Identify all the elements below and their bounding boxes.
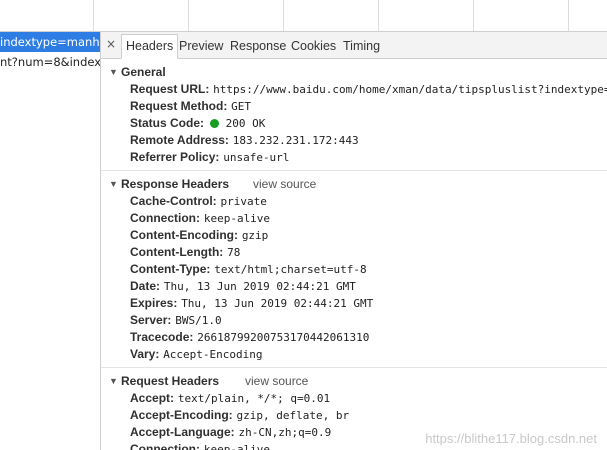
status-code-row: Status Code: 200 OK xyxy=(101,115,607,132)
view-source-link[interactable]: view source xyxy=(253,175,316,193)
section-title: Response Headers xyxy=(121,177,230,191)
details-tabbar: × Headers Preview Response Cookies Timin… xyxy=(101,32,607,59)
header-key: Content-Length: xyxy=(130,245,224,259)
response-header-row: Content-Type: text/html;charset=utf-8 xyxy=(101,261,607,278)
request-header-row: Accept: text/plain, */*; q=0.01 xyxy=(101,390,607,407)
header-key: Content-Type: xyxy=(130,262,211,276)
timeline-gridline xyxy=(473,0,474,31)
header-value: text/html;charset=utf-8 xyxy=(214,263,367,276)
tab-timing[interactable]: Timing xyxy=(339,35,384,58)
close-icon[interactable]: × xyxy=(104,37,118,51)
header-key: Connection: xyxy=(130,442,200,450)
header-key: Cache-Control: xyxy=(130,194,217,208)
network-timeline-header xyxy=(0,0,607,32)
response-header-row: Content-Encoding: gzip xyxy=(101,227,607,244)
header-key: Accept: xyxy=(130,391,175,405)
header-key: Referrer Policy: xyxy=(130,150,220,164)
watermark: https://blithe117.blog.csdn.net xyxy=(425,431,597,446)
header-key: Accept-Language: xyxy=(130,425,235,439)
header-value: 78 xyxy=(227,246,241,259)
header-value: GET xyxy=(231,100,252,113)
response-header-row: Tracecode: 26618799200753170442061310 xyxy=(101,329,607,346)
triangle-down-icon: ▼ xyxy=(109,67,118,77)
response-header-row: Connection: keep-alive xyxy=(101,210,607,227)
response-header-row: Content-Length: 78 xyxy=(101,244,607,261)
request-header-row: Accept-Encoding: gzip, deflate, br xyxy=(101,407,607,424)
header-value: https://www.baidu.com/home/xman/data/tip… xyxy=(213,83,607,96)
response-header-row: Vary: Accept-Encoding xyxy=(101,346,607,363)
response-header-row: Cache-Control: private xyxy=(101,193,607,210)
triangle-down-icon: ▼ xyxy=(109,376,118,386)
header-value: gzip, deflate, br xyxy=(236,409,350,422)
triangle-down-icon: ▼ xyxy=(109,179,118,189)
header-key: Connection: xyxy=(130,211,200,225)
header-key: Expires: xyxy=(130,296,178,310)
request-list: indextype=manhtml&num=4 nt?num=8&index=1 xyxy=(0,32,101,450)
request-details-panel: × Headers Preview Response Cookies Timin… xyxy=(101,32,607,450)
header-value: 26618799200753170442061310 xyxy=(197,331,370,344)
header-key: Request Method: xyxy=(130,99,228,113)
response-header-row: Server: BWS/1.0 xyxy=(101,312,607,329)
request-url-row: Request URL: https://www.baidu.com/home/… xyxy=(101,81,607,98)
header-key: Tracecode: xyxy=(130,330,194,344)
tab-preview[interactable]: Preview xyxy=(175,35,227,58)
header-value: Thu, 13 Jun 2019 02:44:21 GMT xyxy=(163,280,356,293)
general-section-header[interactable]: ▼ General xyxy=(101,63,607,81)
timeline-gridline xyxy=(188,0,189,31)
header-value: unsafe-url xyxy=(223,151,290,164)
request-row-selected[interactable]: indextype=manhtml&num=4 xyxy=(0,32,100,52)
tab-headers[interactable]: Headers xyxy=(121,34,179,59)
header-value: text/plain, */*; q=0.01 xyxy=(177,392,331,405)
view-source-link[interactable]: view source xyxy=(245,372,308,390)
header-value: Thu, 13 Jun 2019 02:44:21 GMT xyxy=(181,297,374,310)
header-value: 200 OK xyxy=(225,117,266,130)
tab-cookies[interactable]: Cookies xyxy=(287,35,340,58)
header-value: private xyxy=(220,195,267,208)
timeline-gridline xyxy=(378,0,379,31)
request-name: indextype=manhtml&num=4 xyxy=(0,35,100,49)
header-value: gzip xyxy=(241,229,269,242)
response-headers-section: ▼ Response Headers view source Cache-Con… xyxy=(101,171,607,368)
header-value: 183.232.231.172:443 xyxy=(232,134,359,147)
request-name: nt?num=8&index=1 xyxy=(0,55,100,69)
header-key: Vary: xyxy=(130,347,160,361)
header-value: BWS/1.0 xyxy=(175,314,222,327)
status-dot-icon xyxy=(209,119,219,128)
request-method-row: Request Method: GET xyxy=(101,98,607,115)
header-value: zh-CN,zh;q=0.9 xyxy=(238,426,332,439)
response-header-row: Date: Thu, 13 Jun 2019 02:44:21 GMT xyxy=(101,278,607,295)
section-title: Request Headers xyxy=(121,374,220,388)
header-value: keep-alive xyxy=(203,443,271,450)
response-header-row: Expires: Thu, 13 Jun 2019 02:44:21 GMT xyxy=(101,295,607,312)
header-key: Accept-Encoding: xyxy=(130,408,233,422)
header-key: Date: xyxy=(130,279,161,293)
header-key: Request URL: xyxy=(130,82,210,96)
timeline-gridline xyxy=(283,0,284,31)
response-headers-section-header[interactable]: ▼ Response Headers view source xyxy=(101,175,607,193)
header-value: Accept-Encoding xyxy=(163,348,263,361)
header-value: keep-alive xyxy=(203,212,271,225)
header-key: Content-Encoding: xyxy=(130,228,238,242)
referrer-policy-row: Referrer Policy: unsafe-url xyxy=(101,149,607,166)
timeline-gridline xyxy=(93,0,94,31)
section-title: General xyxy=(121,65,166,79)
timeline-gridline xyxy=(568,0,569,31)
header-key: Status Code: xyxy=(130,116,205,130)
header-key: Remote Address: xyxy=(130,133,229,147)
request-row[interactable]: nt?num=8&index=1 xyxy=(0,52,100,72)
general-section: ▼ General Request URL: https://www.baidu… xyxy=(101,59,607,171)
header-key: Server: xyxy=(130,313,172,327)
request-headers-section-header[interactable]: ▼ Request Headers view source xyxy=(101,372,607,390)
remote-address-row: Remote Address: 183.232.231.172:443 xyxy=(101,132,607,149)
tab-response[interactable]: Response xyxy=(226,35,290,58)
